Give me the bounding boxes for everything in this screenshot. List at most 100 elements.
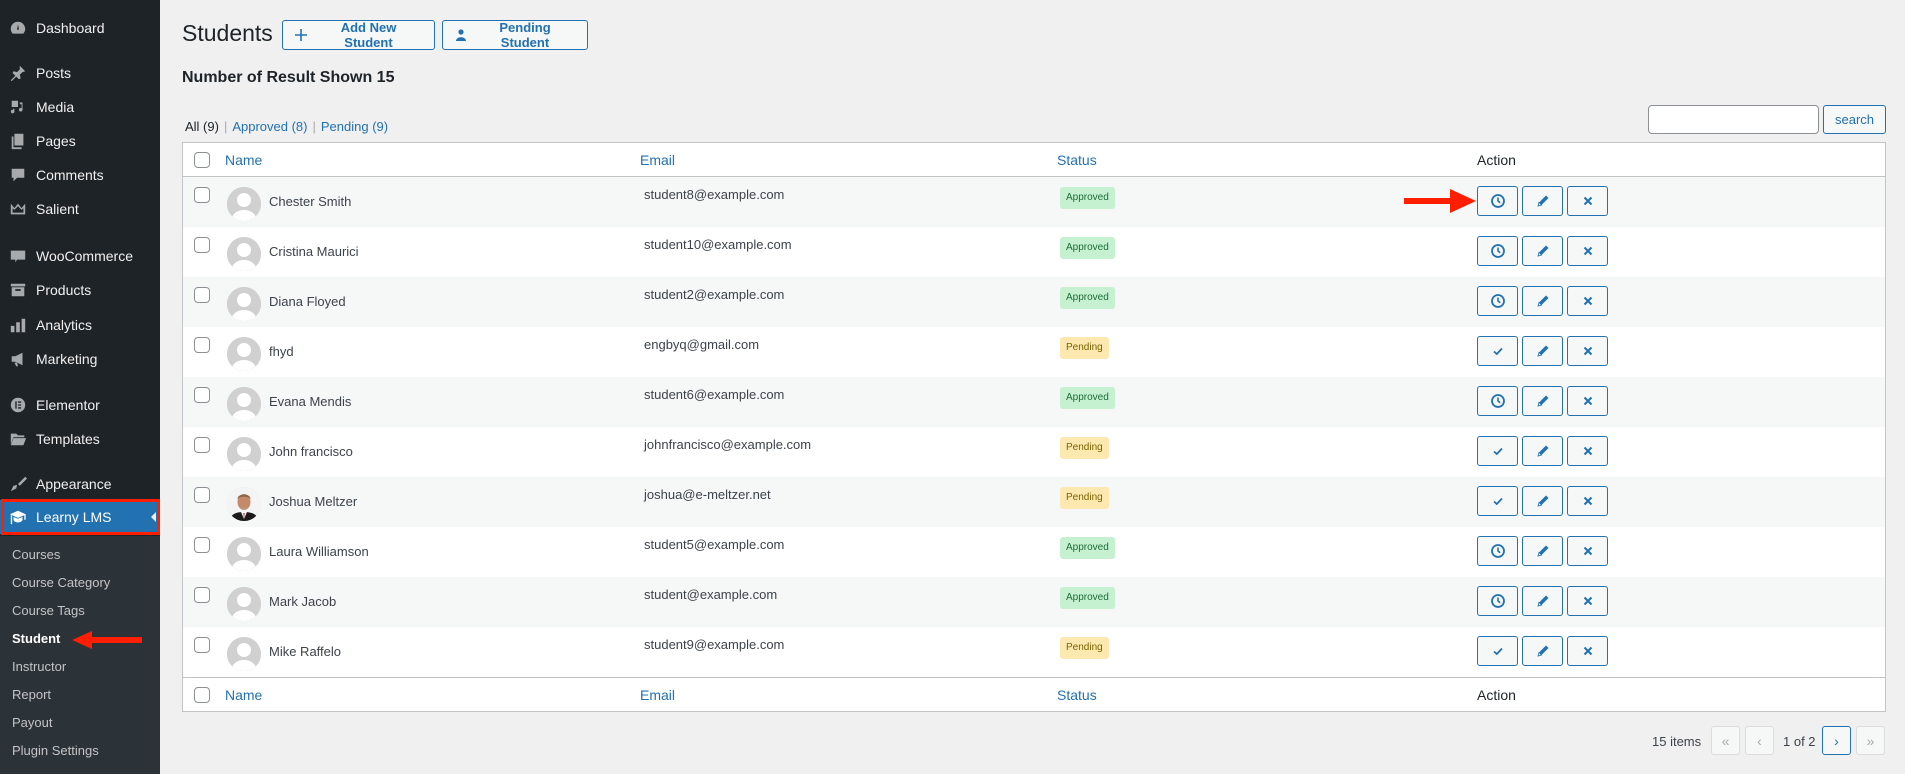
table-row: Diana Floyed student2@example.com Approved bbox=[183, 277, 1885, 327]
set-pending-button[interactable] bbox=[1477, 586, 1518, 616]
submenu-item-course-tags[interactable]: Course Tags bbox=[12, 603, 85, 618]
filter-all[interactable]: All (9) bbox=[185, 119, 219, 134]
sidebar-item-templates[interactable]: Templates bbox=[0, 422, 160, 456]
row-checkbox[interactable] bbox=[194, 487, 210, 503]
clock-icon bbox=[1490, 193, 1506, 209]
row-checkbox[interactable] bbox=[194, 237, 210, 253]
filter-pending[interactable]: Pending (9) bbox=[321, 119, 388, 134]
add-new-student-button[interactable]: Add New Student bbox=[282, 20, 435, 50]
avatar bbox=[227, 637, 261, 671]
search-input[interactable] bbox=[1648, 105, 1819, 134]
edit-button[interactable] bbox=[1522, 236, 1563, 266]
sidebar-item-appearance[interactable]: Appearance bbox=[0, 467, 160, 501]
sidebar-item-elementor[interactable]: Elementor bbox=[0, 388, 160, 422]
student-name[interactable]: Diana Floyed bbox=[269, 294, 346, 309]
column-header-name[interactable]: Name bbox=[225, 152, 262, 168]
pending-student-button[interactable]: Pending Student bbox=[442, 20, 588, 50]
student-name[interactable]: fhyd bbox=[269, 344, 294, 359]
student-name[interactable]: Laura Williamson bbox=[269, 544, 369, 559]
student-name[interactable]: Chester Smith bbox=[269, 194, 351, 209]
status-badge: Pending bbox=[1060, 337, 1109, 359]
submenu-item-student[interactable]: Student bbox=[12, 631, 60, 646]
set-pending-button[interactable] bbox=[1477, 186, 1518, 216]
student-name[interactable]: Cristina Maurici bbox=[269, 244, 359, 259]
footer-header-status[interactable]: Status bbox=[1057, 687, 1097, 703]
row-checkbox[interactable] bbox=[194, 537, 210, 553]
submenu-item-plugin-settings[interactable]: Plugin Settings bbox=[12, 743, 99, 758]
sidebar-item-media[interactable]: Media bbox=[0, 90, 160, 124]
delete-button[interactable] bbox=[1567, 336, 1608, 366]
sidebar-item-marketing[interactable]: Marketing bbox=[0, 342, 160, 376]
approve-button[interactable] bbox=[1477, 336, 1518, 366]
student-name[interactable]: Joshua Meltzer bbox=[269, 494, 357, 509]
sidebar-item-woocommerce[interactable]: WooCommerce bbox=[0, 239, 160, 273]
column-header-email[interactable]: Email bbox=[640, 152, 675, 168]
submenu-item-payout[interactable]: Payout bbox=[12, 715, 52, 730]
edit-button[interactable] bbox=[1522, 386, 1563, 416]
sidebar-item-comments[interactable]: Comments bbox=[0, 158, 160, 192]
student-name[interactable]: Evana Mendis bbox=[269, 394, 351, 409]
edit-button[interactable] bbox=[1522, 336, 1563, 366]
footer-header-name[interactable]: Name bbox=[225, 687, 262, 703]
set-pending-button[interactable] bbox=[1477, 386, 1518, 416]
plus-icon bbox=[295, 29, 307, 41]
select-all-checkbox-footer[interactable] bbox=[194, 687, 210, 703]
edit-button[interactable] bbox=[1522, 636, 1563, 666]
delete-button[interactable] bbox=[1567, 236, 1608, 266]
student-email: student8@example.com bbox=[644, 187, 785, 202]
row-checkbox[interactable] bbox=[194, 587, 210, 603]
edit-button[interactable] bbox=[1522, 186, 1563, 216]
filter-approved[interactable]: Approved (8) bbox=[232, 119, 307, 134]
row-checkbox[interactable] bbox=[194, 287, 210, 303]
submenu-item-report[interactable]: Report bbox=[12, 687, 51, 702]
row-checkbox[interactable] bbox=[194, 637, 210, 653]
next-page-button[interactable]: › bbox=[1822, 726, 1851, 755]
delete-button[interactable] bbox=[1567, 436, 1608, 466]
row-checkbox[interactable] bbox=[194, 437, 210, 453]
edit-button[interactable] bbox=[1522, 586, 1563, 616]
sidebar-item-dashboard[interactable]: Dashboard bbox=[0, 11, 160, 45]
student-email: joshua@e-meltzer.net bbox=[644, 487, 771, 502]
sidebar-item-salient[interactable]: Salient bbox=[0, 192, 160, 226]
edit-button[interactable] bbox=[1522, 436, 1563, 466]
submenu-item-courses[interactable]: Courses bbox=[12, 547, 60, 562]
set-pending-button[interactable] bbox=[1477, 286, 1518, 316]
status-badge: Pending bbox=[1060, 637, 1109, 659]
delete-button[interactable] bbox=[1567, 286, 1608, 316]
delete-button[interactable] bbox=[1567, 186, 1608, 216]
set-pending-button[interactable] bbox=[1477, 536, 1518, 566]
sidebar-item-pages[interactable]: Pages bbox=[0, 124, 160, 158]
student-name[interactable]: Mike Raffelo bbox=[269, 644, 341, 659]
student-name[interactable]: John francisco bbox=[269, 444, 353, 459]
sidebar-item-analytics[interactable]: Analytics bbox=[0, 308, 160, 342]
row-checkbox[interactable] bbox=[194, 337, 210, 353]
set-pending-button[interactable] bbox=[1477, 236, 1518, 266]
sidebar-item-posts[interactable]: Posts bbox=[0, 56, 160, 90]
prev-page-button: ‹ bbox=[1745, 726, 1774, 755]
column-header-status[interactable]: Status bbox=[1057, 152, 1097, 168]
submenu-item-instructor[interactable]: Instructor bbox=[12, 659, 66, 674]
paintbrush-icon bbox=[8, 474, 28, 494]
submenu-item-course-category[interactable]: Course Category bbox=[12, 575, 110, 590]
delete-button[interactable] bbox=[1567, 386, 1608, 416]
edit-button[interactable] bbox=[1522, 486, 1563, 516]
delete-button[interactable] bbox=[1567, 636, 1608, 666]
delete-button[interactable] bbox=[1567, 486, 1608, 516]
sidebar-item-learny-lms[interactable]: Learny LMS bbox=[0, 500, 160, 534]
row-checkbox[interactable] bbox=[194, 187, 210, 203]
search-button[interactable]: search bbox=[1823, 105, 1886, 134]
student-name[interactable]: Mark Jacob bbox=[269, 594, 336, 609]
approve-button[interactable] bbox=[1477, 636, 1518, 666]
edit-button[interactable] bbox=[1522, 536, 1563, 566]
sidebar-item-label: Elementor bbox=[36, 397, 100, 413]
delete-button[interactable] bbox=[1567, 586, 1608, 616]
footer-header-email[interactable]: Email bbox=[640, 687, 675, 703]
row-checkbox[interactable] bbox=[194, 387, 210, 403]
approve-button[interactable] bbox=[1477, 486, 1518, 516]
approve-button[interactable] bbox=[1477, 436, 1518, 466]
edit-button[interactable] bbox=[1522, 286, 1563, 316]
delete-button[interactable] bbox=[1567, 536, 1608, 566]
sidebar-item-products[interactable]: Products bbox=[0, 273, 160, 307]
check-icon bbox=[1490, 343, 1506, 359]
select-all-checkbox[interactable] bbox=[194, 152, 210, 168]
